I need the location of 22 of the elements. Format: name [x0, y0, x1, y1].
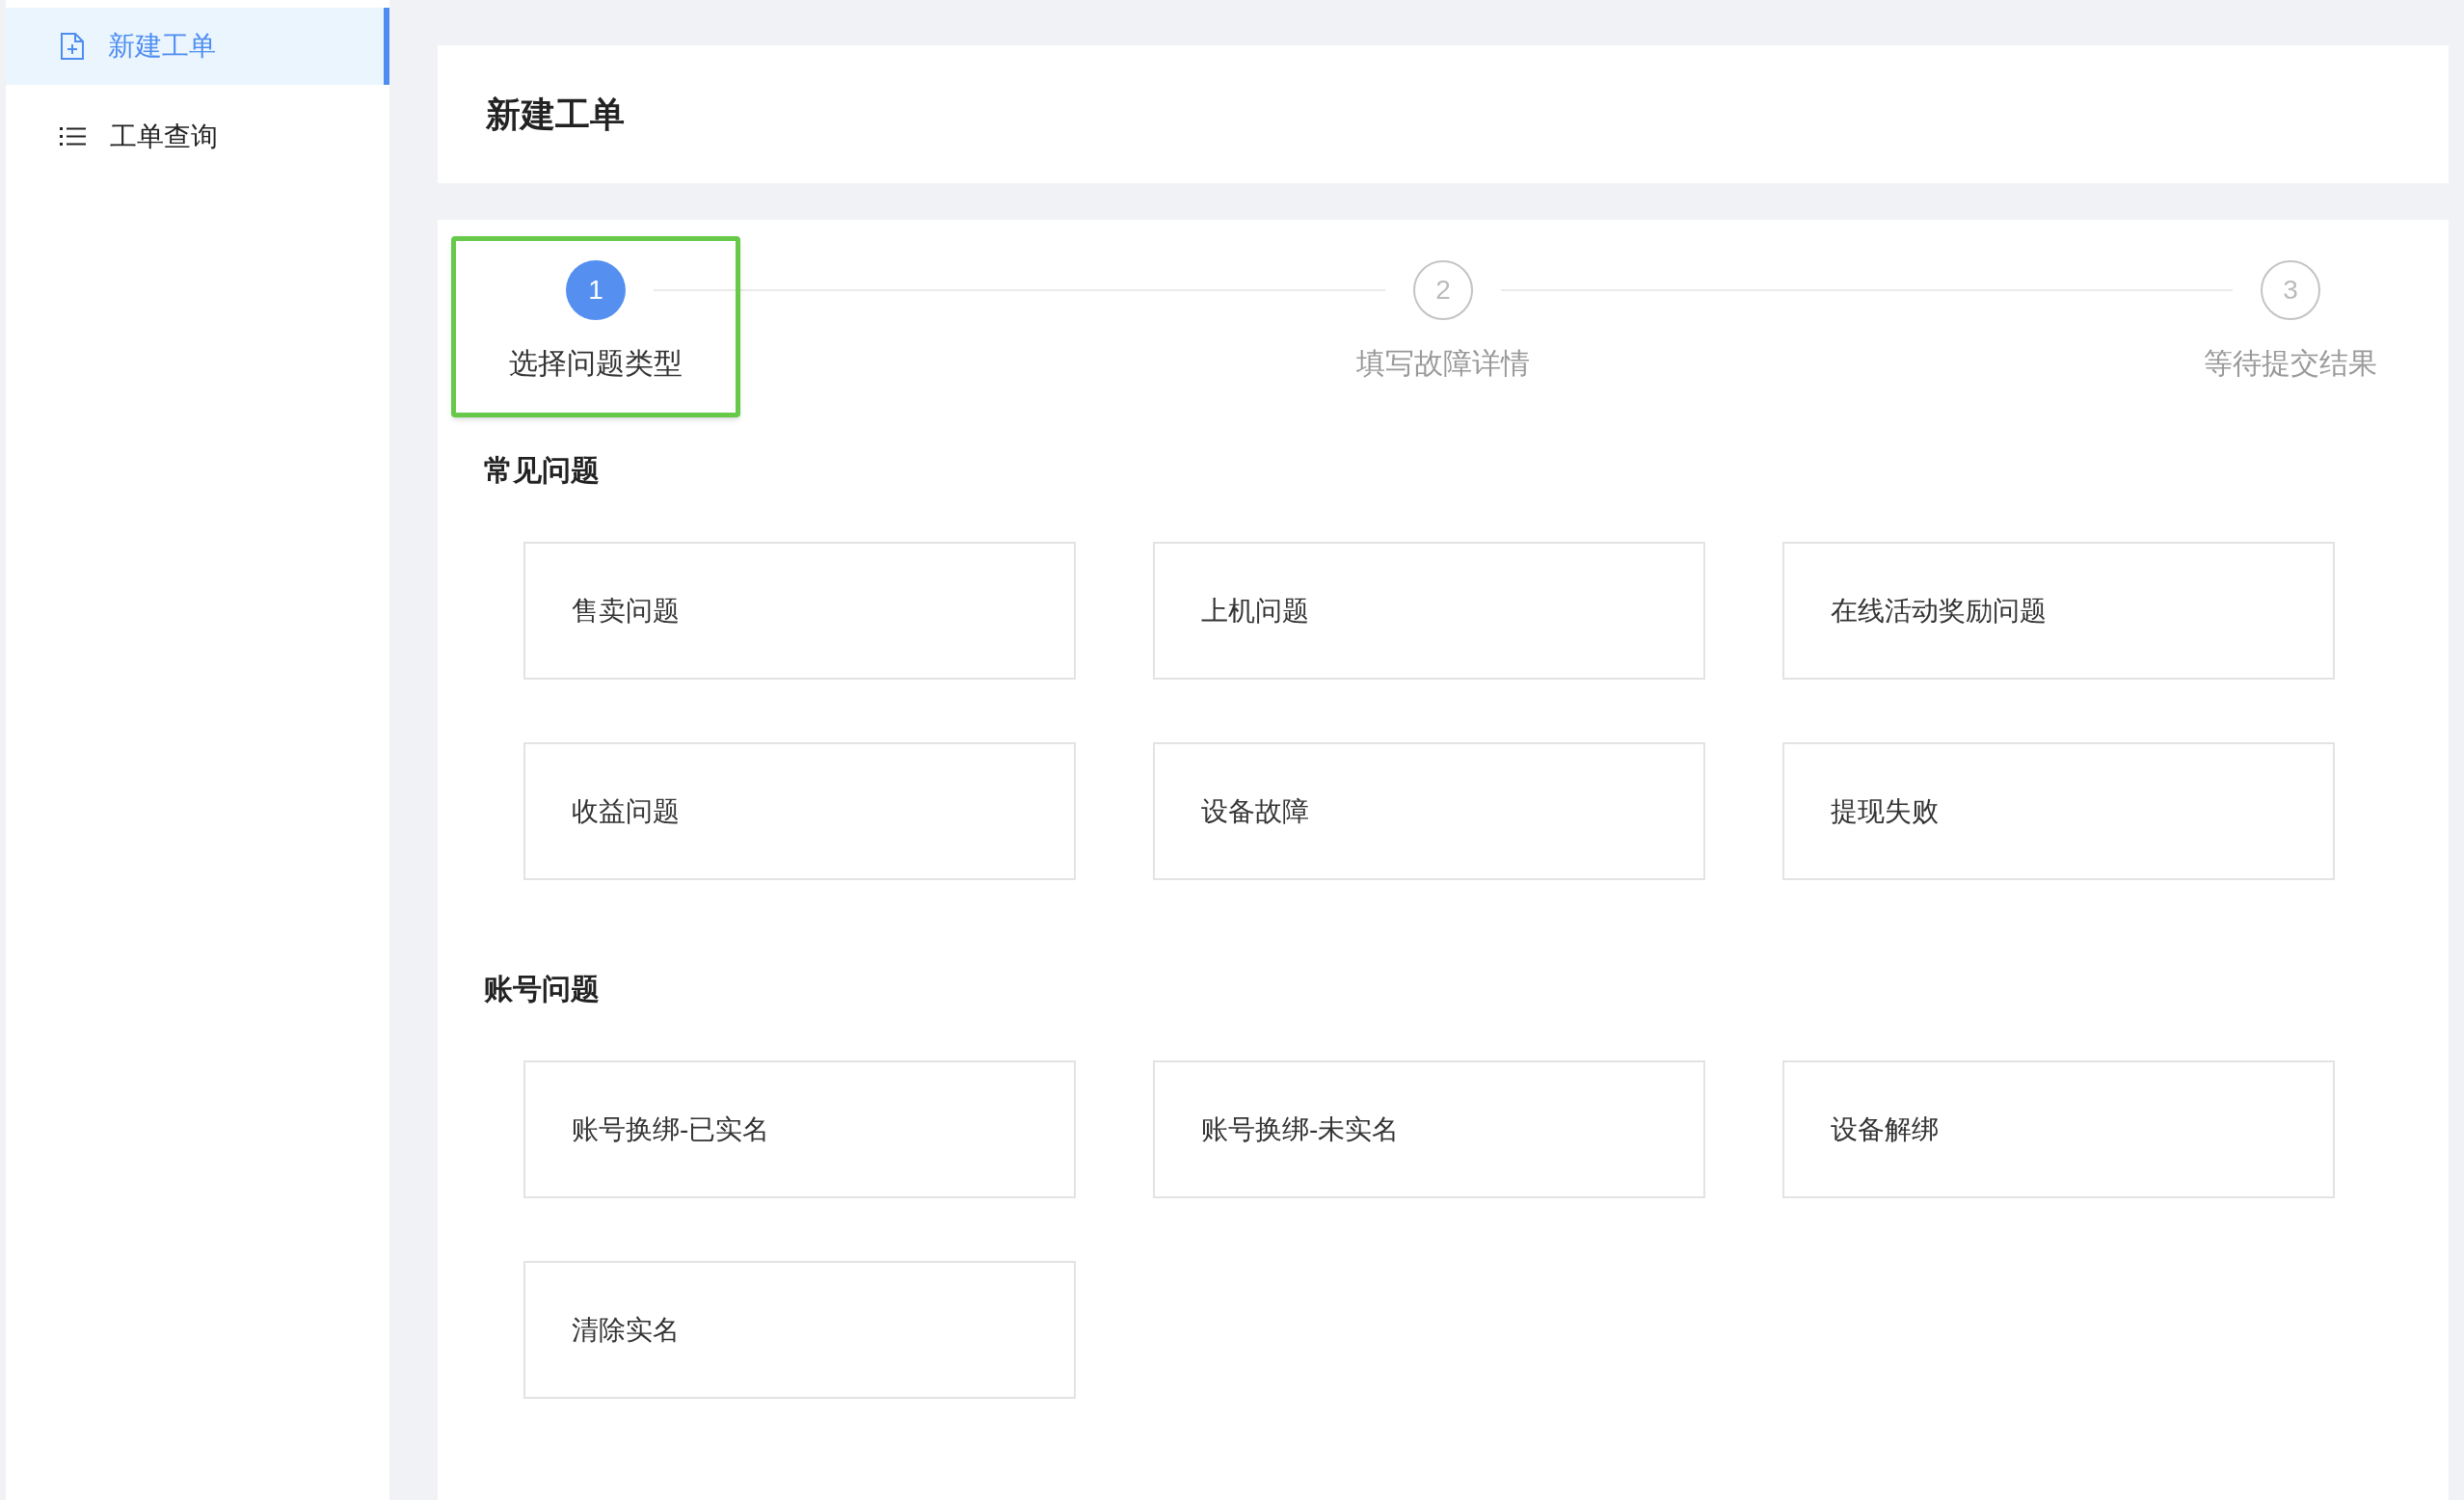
list-icon [60, 125, 87, 148]
document-plus-icon [60, 32, 85, 61]
section-title: 账号问题 [484, 972, 601, 1006]
step-number: 1 [566, 260, 626, 320]
option-tile[interactable]: 上机问题 [1153, 542, 1705, 680]
option-tile[interactable]: 设备解绑 [1782, 1060, 2335, 1198]
option-tile[interactable]: 账号换绑-已实名 [523, 1060, 1076, 1198]
option-tile[interactable]: 在线活动奖励问题 [1782, 542, 2335, 680]
step-label: 填写故障详情 [1356, 346, 1530, 381]
section-title: 常见问题 [484, 453, 601, 488]
step-number: 2 [1413, 260, 1473, 320]
step-label: 等待提交结果 [2204, 346, 2377, 381]
option-tile[interactable]: 售卖问题 [523, 542, 1076, 680]
step-number: 3 [2261, 260, 2320, 320]
option-tile[interactable]: 设备故障 [1153, 742, 1705, 880]
option-tile[interactable]: 提现失败 [1782, 742, 2335, 880]
sidebar-item[interactable]: 工单查询 [6, 98, 389, 175]
step-label: 选择问题类型 [509, 346, 683, 381]
option-tile[interactable]: 清除实名 [523, 1261, 1076, 1399]
option-tile[interactable]: 账号换绑-未实名 [1153, 1060, 1705, 1198]
option-tile[interactable]: 收益问题 [523, 742, 1076, 880]
page-title: 新建工单 [486, 93, 625, 136]
